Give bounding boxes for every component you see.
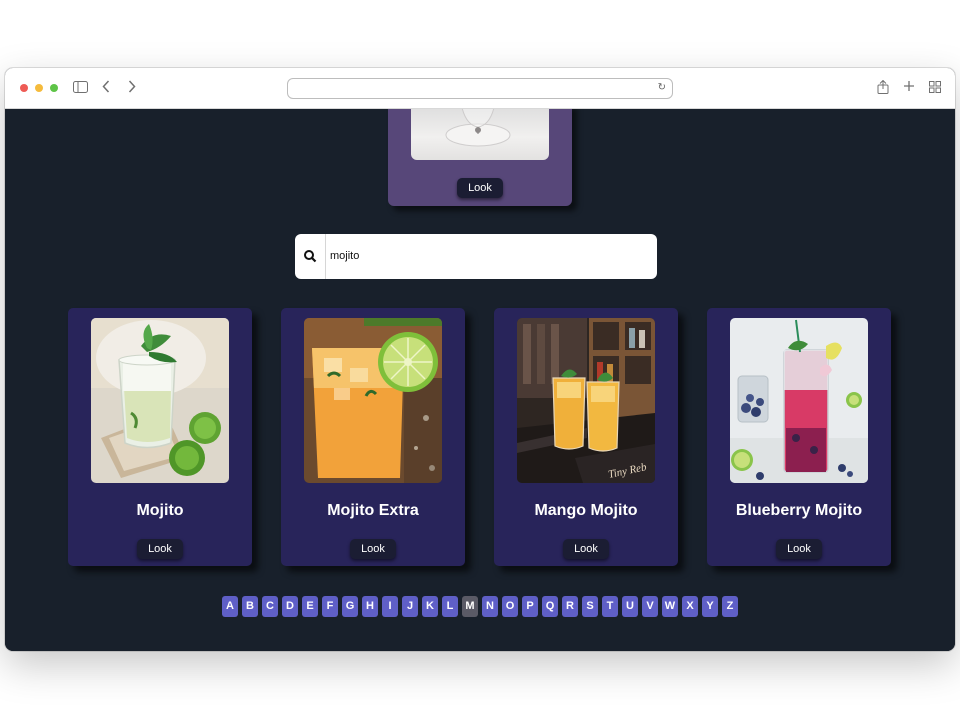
back-icon[interactable]: [102, 80, 110, 95]
drink-image-mango-mojito: Tiny Reb: [517, 318, 655, 483]
letter-button-n[interactable]: N: [482, 595, 498, 617]
letter-button-w[interactable]: W: [662, 595, 678, 617]
letter-button-j[interactable]: J: [402, 595, 418, 617]
letter-button-e[interactable]: E: [302, 595, 318, 617]
letter-button-y[interactable]: Y: [702, 595, 718, 617]
sidebar-toggle-icon[interactable]: [73, 81, 88, 95]
browser-toolbar: ↻: [5, 68, 955, 109]
new-tab-icon[interactable]: [903, 80, 915, 94]
drink-title: Mango Mojito: [534, 502, 638, 519]
letter-button-l[interactable]: L: [442, 595, 458, 617]
tab-overview-icon[interactable]: [929, 81, 941, 95]
featured-look-button[interactable]: Look: [457, 178, 503, 198]
share-icon[interactable]: [877, 79, 889, 96]
featured-drink-image: [411, 109, 549, 160]
letter-button-u[interactable]: U: [622, 595, 638, 617]
letter-button-i[interactable]: I: [382, 595, 398, 617]
drink-card-mojito-extra: Mojito Extra Look: [281, 308, 465, 566]
letter-button-g[interactable]: G: [342, 595, 358, 617]
letter-button-x[interactable]: X: [682, 595, 698, 617]
letter-button-v[interactable]: V: [642, 595, 658, 617]
search-icon[interactable]: [295, 234, 326, 279]
page-content: Look mojito Mojito Look Mojito Extra Loo…: [5, 109, 955, 651]
letter-button-o[interactable]: O: [502, 595, 518, 617]
search-input[interactable]: [330, 246, 640, 266]
alphabet-filter: ABCDEFGHIJKLMNOPQRSTUVWXYZ: [5, 595, 955, 617]
letter-button-q[interactable]: Q: [542, 595, 558, 617]
letter-button-a[interactable]: A: [222, 595, 238, 617]
look-button[interactable]: Look: [350, 539, 396, 559]
drink-card-mojito: Mojito Look: [68, 308, 252, 566]
look-button[interactable]: Look: [563, 539, 609, 559]
letter-button-m[interactable]: M: [462, 595, 478, 617]
search-bar: [295, 234, 657, 279]
drink-title: Mojito: [136, 502, 184, 519]
drink-image-mojito-extra: [304, 318, 442, 483]
drink-card-blueberry-mojito: Blueberry Mojito Look: [707, 308, 891, 566]
letter-button-f[interactable]: F: [322, 595, 338, 617]
zoom-window-button[interactable]: [50, 84, 58, 92]
address-bar[interactable]: ↻: [287, 78, 673, 99]
look-button[interactable]: Look: [776, 539, 822, 559]
letter-button-r[interactable]: R: [562, 595, 578, 617]
letter-button-h[interactable]: H: [362, 595, 378, 617]
letter-button-t[interactable]: T: [602, 595, 618, 617]
drink-title: Mojito Extra: [327, 502, 419, 519]
close-window-button[interactable]: [20, 84, 28, 92]
letter-button-p[interactable]: P: [522, 595, 538, 617]
forward-icon[interactable]: [128, 80, 136, 95]
featured-drink-card: Look: [388, 109, 572, 206]
letter-button-b[interactable]: B: [242, 595, 258, 617]
drink-title: Blueberry Mojito: [735, 502, 863, 519]
letter-button-s[interactable]: S: [582, 595, 598, 617]
letter-button-d[interactable]: D: [282, 595, 298, 617]
letter-button-z[interactable]: Z: [722, 595, 738, 617]
drink-image-mojito: [91, 318, 229, 483]
reload-icon[interactable]: ↻: [658, 82, 666, 94]
look-button[interactable]: Look: [137, 539, 183, 559]
browser-window: ↻ Look mojito Mojito Look Mojito Extra L…: [5, 68, 955, 651]
drink-image-blueberry-mojito: [730, 318, 868, 483]
letter-button-k[interactable]: K: [422, 595, 438, 617]
drink-card-mango-mojito: Tiny Reb Mango Mojito Look: [494, 308, 678, 566]
minimize-window-button[interactable]: [35, 84, 43, 92]
letter-button-c[interactable]: C: [262, 595, 278, 617]
